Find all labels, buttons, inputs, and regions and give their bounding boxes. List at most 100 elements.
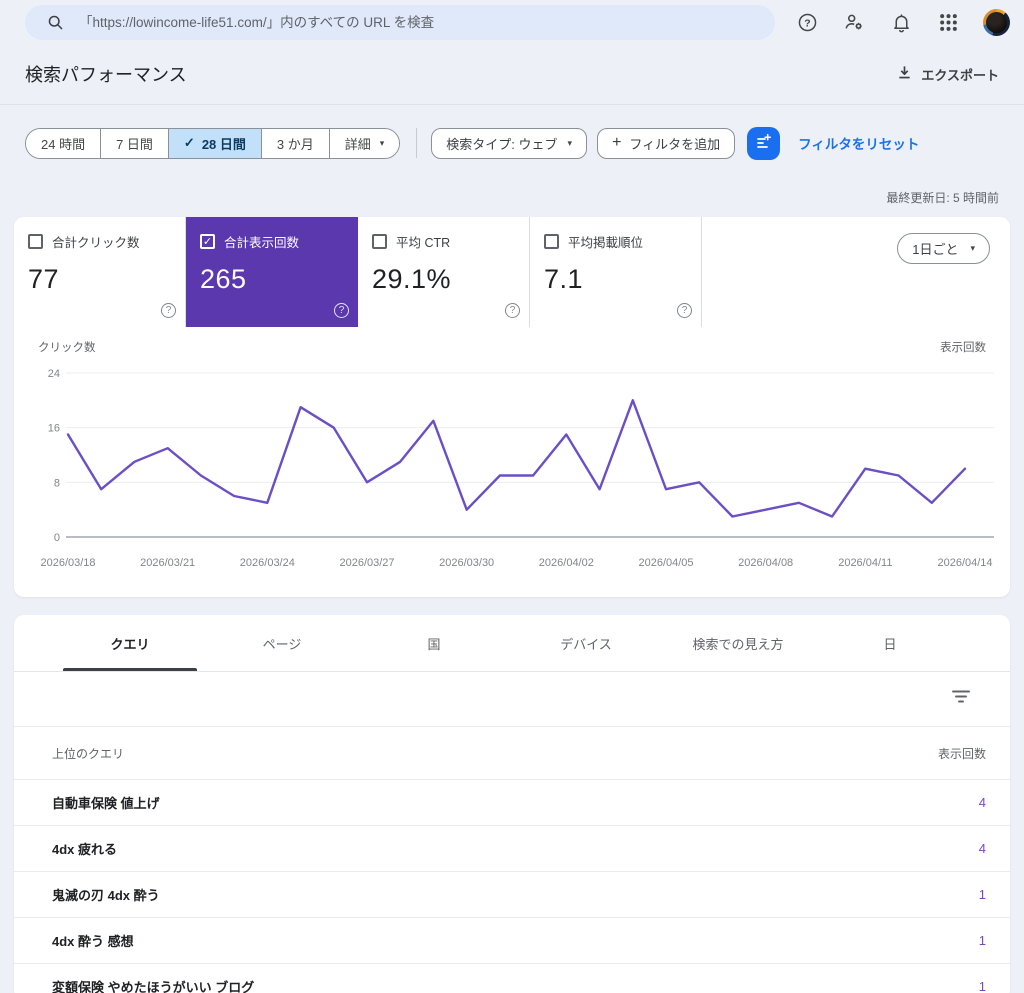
dimensions-table-card: クエリ ページ国デバイス 検索での見え方日 上位のクエリ 表示回数 自動車保険 値上…: [14, 615, 1010, 993]
query-text: 変額保険 やめたほうがいい ブログ: [52, 980, 255, 993]
plus-icon: +: [612, 134, 622, 151]
metric-value: 29.1%: [372, 264, 452, 294]
page-title: 検索パフォーマンス: [25, 65, 187, 85]
notifications-icon[interactable]: [889, 10, 913, 34]
chart-axis-labels: クリック数 表示回数: [14, 327, 1010, 355]
tune-filters-button[interactable]: [747, 126, 781, 160]
granularity-dropdown[interactable]: 1日ごと ▾: [897, 233, 990, 264]
table-toolbar: [14, 672, 1010, 727]
date-range-segmented-control: 24 時間 7 日間 ✓ 28 日間 3 か月 詳細 ▾: [25, 127, 401, 159]
table-row[interactable]: 変額保険 やめたほうがいい ブログ 1: [14, 964, 1010, 993]
tab-5[interactable]: 日: [814, 615, 966, 671]
table-col-queries[interactable]: 上位のクエリ: [52, 745, 124, 762]
svg-text:24: 24: [48, 368, 60, 380]
help-icon[interactable]: ?: [795, 10, 819, 34]
svg-text:16: 16: [48, 423, 60, 435]
svg-text:2026/03/30: 2026/03/30: [439, 557, 494, 569]
svg-text:2026/04/05: 2026/04/05: [638, 557, 693, 569]
query-text: 4dx 疲れる: [52, 842, 118, 857]
impressions-value: 1: [978, 887, 986, 902]
checkbox-unchecked-icon[interactable]: [544, 234, 559, 249]
filter-bar: 24 時間 7 日間 ✓ 28 日間 3 か月 詳細 ▾ 検索タイプ: ウェブ ▾ + フィ…: [25, 126, 999, 160]
apps-grid-icon[interactable]: [936, 10, 960, 34]
tab-3[interactable]: デバイス: [510, 615, 662, 671]
table-row[interactable]: 自動車保険 値上げ 4: [14, 780, 1010, 826]
checkbox-unchecked-icon[interactable]: [28, 234, 43, 249]
chevron-down-icon: ▾: [379, 137, 385, 148]
table-col-impressions[interactable]: 表示回数: [938, 745, 986, 762]
chip-label: 24 時間: [41, 136, 86, 152]
tab-0[interactable]: クエリ: [54, 615, 206, 671]
performance-chart-card: 合計クリック数 77 ? ✓ 合計表示回数 265 ? 平均 CTR 29.1%…: [14, 217, 1010, 597]
chip-label: 7 日間: [116, 136, 153, 152]
table-body: 自動車保険 値上げ 4 4dx 疲れる 4 鬼滅の刃 4dx 酔う 1 4dx 酔う 感想 1…: [14, 780, 1010, 993]
avatar-photo: [986, 11, 1007, 33]
add-filter-button[interactable]: + フィルタを追加: [597, 127, 736, 159]
avatar[interactable]: [983, 8, 1010, 36]
svg-text:8: 8: [54, 477, 60, 489]
tune-icon: [755, 133, 772, 153]
impressions-value: 4: [978, 841, 986, 856]
table-row[interactable]: 4dx 酔う 感想 1: [14, 918, 1010, 964]
search-type-button[interactable]: 検索タイプ: ウェブ ▾: [431, 127, 588, 159]
table-row[interactable]: 4dx 疲れる 4: [14, 826, 1010, 872]
page-header: 検索パフォーマンス エクスポート: [0, 44, 1024, 105]
date-range-chip-3[interactable]: 3 か月: [261, 128, 330, 158]
svg-text:2026/03/18: 2026/03/18: [40, 557, 95, 569]
check-icon: ✓: [183, 135, 195, 150]
svg-text:2026/03/21: 2026/03/21: [140, 557, 195, 569]
help-icon[interactable]: ?: [505, 303, 520, 318]
chip-label: 28 日間: [201, 136, 246, 152]
chip-label: 詳細: [344, 136, 371, 152]
tab-2[interactable]: 国: [358, 615, 510, 671]
checkbox-unchecked-icon[interactable]: [372, 234, 387, 249]
impressions-value: 1: [978, 933, 986, 948]
help-icon[interactable]: ?: [334, 303, 349, 318]
date-range-chip-0[interactable]: 24 時間: [26, 128, 102, 158]
query-text: 自動車保険 値上げ: [52, 796, 160, 811]
query-text: 鬼滅の刃 4dx 酔う: [52, 888, 160, 903]
metric-card-average-ctr[interactable]: 平均 CTR 29.1% ?: [358, 217, 530, 327]
svg-text:2026/04/11: 2026/04/11: [838, 557, 892, 569]
metric-value: 77: [28, 264, 60, 294]
table-row[interactable]: 鬼滅の刃 4dx 酔う 1: [14, 872, 1010, 918]
export-button[interactable]: エクスポート: [897, 65, 999, 84]
query-text: 4dx 酔う 感想: [52, 934, 134, 949]
top-app-bar: ?: [0, 0, 1024, 44]
impressions-line-chart[interactable]: 0 8 16 24 2026/03/18 2026/03/21 2026/03/24 2026…: [14, 355, 1010, 599]
dimension-tabs: クエリ ページ国デバイス 検索での見え方日: [14, 615, 1010, 672]
help-icon[interactable]: ?: [677, 303, 692, 318]
user-settings-icon[interactable]: [842, 10, 866, 34]
metric-value: 7.1: [544, 264, 584, 294]
svg-text:2026/04/02: 2026/04/02: [539, 557, 594, 569]
date-range-chip-2[interactable]: ✓ 28 日間: [168, 128, 262, 158]
url-inspect-searchbox[interactable]: [25, 4, 775, 40]
date-range-chip-1[interactable]: 7 日間: [101, 128, 169, 158]
checkbox-checked-icon[interactable]: ✓: [200, 234, 215, 249]
metric-card-total-clicks[interactable]: 合計クリック数 77 ?: [14, 217, 186, 327]
svg-text:2026/03/24: 2026/03/24: [240, 557, 295, 569]
metric-value: 265: [200, 264, 247, 294]
chevron-down-icon: ▾: [567, 137, 573, 148]
metrics-row: 合計クリック数 77 ? ✓ 合計表示回数 265 ? 平均 CTR 29.1%…: [14, 217, 1010, 327]
export-label: エクスポート: [921, 67, 999, 83]
topbar-icons: ?: [795, 8, 1010, 36]
last-updated-text: 最終更新日: 5 時間前: [886, 191, 999, 205]
svg-text:?: ?: [804, 17, 810, 29]
metric-card-average-position[interactable]: 平均掲載順位 7.1 ?: [530, 217, 702, 327]
chip-label: 3 か月: [276, 136, 314, 152]
reset-filters-link[interactable]: フィルタをリセット: [798, 133, 919, 153]
metric-card-total-impressions[interactable]: ✓ 合計表示回数 265 ?: [186, 217, 358, 327]
svg-text:0: 0: [54, 532, 60, 544]
impressions-value: 1: [978, 979, 986, 993]
tab-1[interactable]: ページ: [206, 615, 358, 671]
chevron-down-icon: ▾: [970, 243, 975, 253]
download-icon: [897, 65, 912, 83]
date-range-chip-4[interactable]: 詳細 ▾: [329, 128, 400, 158]
tab-4[interactable]: 検索での見え方: [662, 615, 814, 671]
help-icon[interactable]: ?: [161, 303, 176, 318]
search-input[interactable]: [79, 14, 757, 30]
table-header: 上位のクエリ 表示回数: [14, 727, 1010, 780]
right-axis-label: 表示回数: [940, 342, 986, 354]
filter-list-icon[interactable]: [952, 689, 970, 709]
